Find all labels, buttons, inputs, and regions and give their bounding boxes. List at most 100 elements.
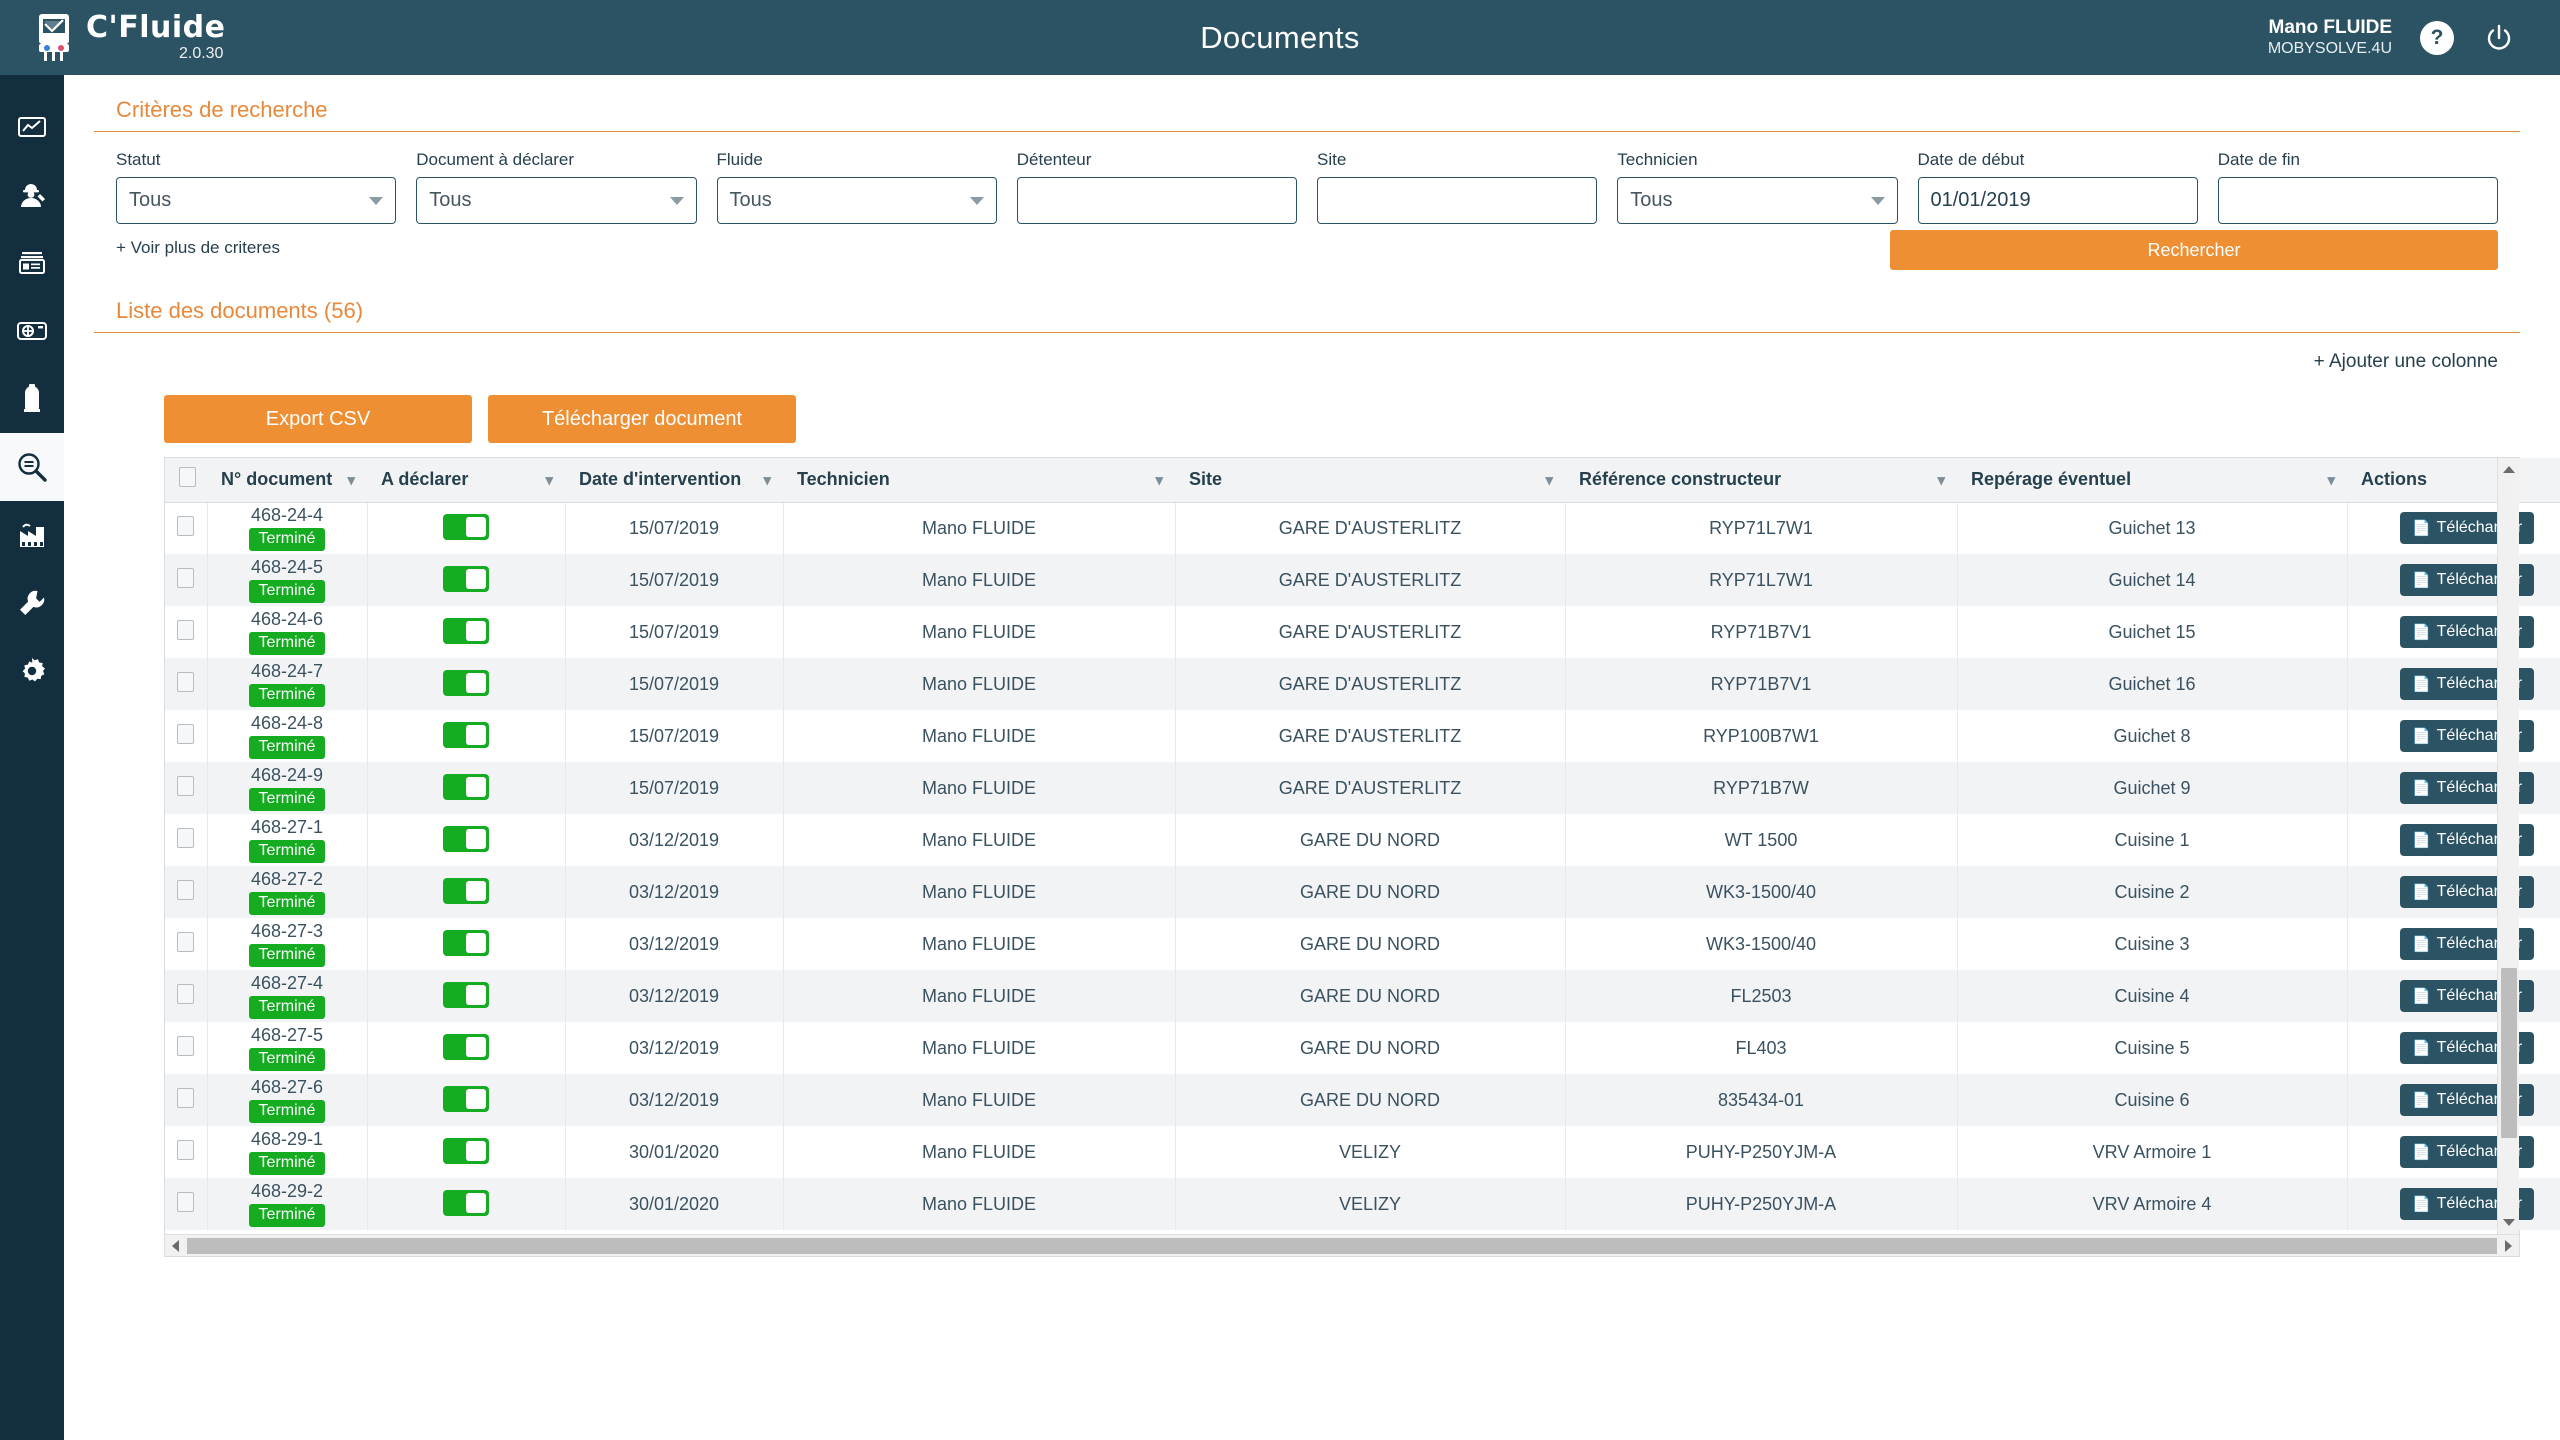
cell-a-declarer[interactable]: [367, 1022, 566, 1074]
declare-toggle[interactable]: [443, 566, 489, 592]
declare-toggle[interactable]: [443, 1138, 489, 1164]
row-checkbox[interactable]: [177, 1087, 195, 1108]
cell-actions[interactable]: 📄 Télécharger: [2347, 658, 2560, 710]
download-document-button[interactable]: Télécharger document: [488, 395, 796, 443]
row-checkbox[interactable]: [177, 775, 195, 796]
cell-actions[interactable]: 📄 Télécharger: [2347, 606, 2560, 658]
th-actions[interactable]: Actions ▾: [2347, 458, 2560, 503]
row-checkbox[interactable]: [177, 879, 195, 900]
input-date-debut[interactable]: 01/01/2019: [1917, 177, 2198, 224]
th-date-intervention[interactable]: Date d'intervention ▾: [565, 458, 783, 503]
vertical-scroll-thumb[interactable]: [2501, 968, 2517, 1138]
declare-toggle[interactable]: [443, 514, 489, 541]
table-row[interactable]: 468-27-5 Terminé 03/12/2019 Mano FLUIDE GARE…: [165, 1022, 2560, 1074]
row-checkbox[interactable]: [177, 827, 195, 848]
chevron-down-icon[interactable]: ▾: [1545, 471, 1553, 489]
cell-checkbox[interactable]: [165, 1074, 208, 1126]
cell-a-declarer[interactable]: [367, 658, 566, 710]
scroll-left-arrow-icon[interactable]: [172, 1240, 179, 1252]
table-row[interactable]: 468-27-2 Terminé 03/12/2019 Mano FLUIDE GARE…: [165, 866, 2560, 918]
chevron-down-icon[interactable]: ▾: [545, 471, 553, 489]
table-row[interactable]: 468-27-4 Terminé 03/12/2019 Mano FLUIDE GARE…: [165, 970, 2560, 1022]
row-checkbox[interactable]: [177, 515, 195, 536]
select-document-a-declarer[interactable]: Tous: [416, 177, 697, 224]
sidebar-item-interventions[interactable]: [0, 569, 64, 637]
declare-toggle[interactable]: [443, 1034, 489, 1060]
input-detenteur[interactable]: [1016, 177, 1297, 224]
row-checkbox[interactable]: [177, 619, 195, 640]
declare-toggle[interactable]: [443, 722, 489, 748]
cell-actions[interactable]: 📄 Télécharger: [2347, 710, 2560, 762]
input-site[interactable]: [1317, 177, 1598, 224]
table-row[interactable]: 468-24-8 Terminé 15/07/2019 Mano FLUIDE GARE…: [165, 710, 2560, 762]
row-checkbox[interactable]: [177, 1035, 195, 1056]
cell-actions[interactable]: 📄 Télécharger: [2347, 554, 2560, 606]
search-button[interactable]: Rechercher: [1890, 230, 2498, 270]
cell-checkbox[interactable]: [165, 814, 208, 866]
table-row[interactable]: 468-24-6 Terminé 15/07/2019 Mano FLUIDE GARE…: [165, 606, 2560, 658]
declare-toggle[interactable]: [443, 982, 489, 1008]
cell-a-declarer[interactable]: [367, 866, 566, 918]
row-checkbox[interactable]: [177, 671, 195, 692]
declare-toggle[interactable]: [443, 1190, 489, 1216]
cell-checkbox[interactable]: [165, 554, 208, 606]
input-date-fin[interactable]: [2217, 177, 2498, 224]
row-checkbox[interactable]: [177, 723, 195, 744]
scroll-right-arrow-icon[interactable]: [2505, 1240, 2512, 1252]
sidebar-item-equipements[interactable]: [0, 297, 64, 365]
th-select-all[interactable]: [165, 458, 207, 503]
cell-actions[interactable]: 📄 Télécharger: [2347, 918, 2560, 970]
row-checkbox[interactable]: [177, 931, 195, 952]
th-reperage-eventuel[interactable]: Repérage éventuel ▾: [1957, 458, 2347, 503]
cell-a-declarer[interactable]: [367, 710, 566, 762]
cell-checkbox[interactable]: [165, 1022, 208, 1074]
cell-checkbox[interactable]: [165, 1126, 208, 1178]
select-statut[interactable]: Tous: [116, 177, 397, 224]
export-csv-button[interactable]: Export CSV: [164, 395, 472, 443]
chevron-down-icon[interactable]: ▾: [2327, 471, 2335, 489]
cell-actions[interactable]: 📄 Télécharger: [2347, 762, 2560, 814]
cell-a-declarer[interactable]: [367, 918, 566, 970]
table-row[interactable]: 468-24-5 Terminé 15/07/2019 Mano FLUIDE GARE…: [165, 554, 2560, 606]
th-site[interactable]: Site ▾: [1175, 458, 1565, 503]
table-horizontal-scrollbar[interactable]: [165, 1234, 2519, 1256]
row-checkbox[interactable]: [177, 1191, 195, 1212]
cell-checkbox[interactable]: [165, 918, 208, 970]
cell-a-declarer[interactable]: [367, 970, 566, 1022]
declare-toggle[interactable]: [443, 930, 489, 956]
chevron-down-icon[interactable]: ▾: [347, 471, 355, 489]
declare-toggle[interactable]: [443, 774, 489, 800]
table-row[interactable]: 468-29-2 Terminé 30/01/2020 Mano FLUIDE VELI…: [165, 1178, 2560, 1230]
sidebar-item-technicien[interactable]: [0, 161, 64, 229]
horizontal-scroll-thumb[interactable]: [187, 1238, 2497, 1254]
cell-actions[interactable]: 📄 Télécharger: [2347, 1178, 2560, 1230]
cell-a-declarer[interactable]: [367, 502, 566, 554]
sidebar-item-parametres[interactable]: [0, 637, 64, 705]
table-row[interactable]: 468-29-1 Terminé 30/01/2020 Mano FLUIDE VELI…: [165, 1126, 2560, 1178]
table-row[interactable]: 468-24-4 Terminé 15/07/2019 Mano FLUIDE GARE…: [165, 502, 2560, 554]
select-technicien[interactable]: Tous: [1617, 177, 1898, 224]
sidebar-item-dashboard[interactable]: [0, 93, 64, 161]
declare-toggle[interactable]: [443, 670, 489, 696]
declare-toggle[interactable]: [443, 878, 489, 904]
table-row[interactable]: 468-24-7 Terminé 15/07/2019 Mano FLUIDE GARE…: [165, 658, 2560, 710]
sidebar-item-fiches[interactable]: [0, 229, 64, 297]
table-vertical-scrollbar[interactable]: [2497, 458, 2519, 1234]
chevron-down-icon[interactable]: ▾: [1937, 471, 1945, 489]
cell-checkbox[interactable]: [165, 710, 208, 762]
chevron-down-icon[interactable]: ▾: [1155, 471, 1163, 489]
row-checkbox[interactable]: [177, 1139, 195, 1160]
table-row[interactable]: 468-27-3 Terminé 03/12/2019 Mano FLUIDE GARE…: [165, 918, 2560, 970]
declare-toggle[interactable]: [443, 618, 489, 644]
table-row[interactable]: 468-27-1 Terminé 03/12/2019 Mano FLUIDE GARE…: [165, 814, 2560, 866]
th-numero-document[interactable]: N° document ▾: [207, 458, 367, 503]
cell-a-declarer[interactable]: [367, 1178, 566, 1230]
cell-checkbox[interactable]: [165, 502, 208, 554]
cell-actions[interactable]: 📄 Télécharger: [2347, 970, 2560, 1022]
cell-actions[interactable]: 📄 Télécharger: [2347, 1074, 2560, 1126]
brand-logo-area[interactable]: C'Fluide 2.0.30: [0, 0, 290, 75]
select-fluide[interactable]: Tous: [716, 177, 997, 224]
add-column-link[interactable]: + Ajouter une colonne: [2314, 351, 2498, 373]
cell-actions[interactable]: 📄 Télécharger: [2347, 814, 2560, 866]
power-logout-icon[interactable]: [2482, 21, 2516, 55]
